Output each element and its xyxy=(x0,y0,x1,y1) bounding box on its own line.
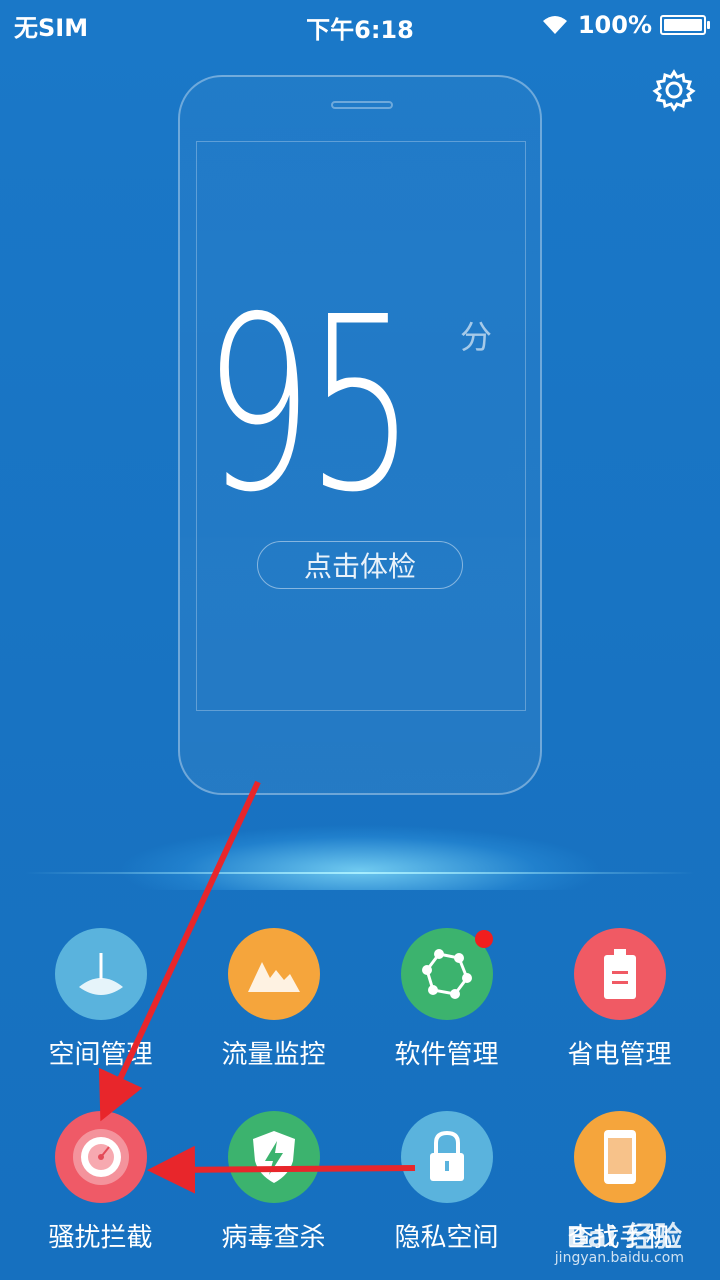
phone-speaker xyxy=(331,101,393,109)
score-unit: 分 xyxy=(460,318,493,356)
tile-traffic-monitor[interactable]: 流量监控 xyxy=(187,928,360,1078)
tile-label: 病毒查杀 xyxy=(221,1223,326,1253)
phone-icon xyxy=(603,1130,636,1184)
tile-privacy-space[interactable]: 隐私空间 xyxy=(360,1111,533,1261)
harassment-block-circle xyxy=(54,1111,147,1203)
find-phone-circle xyxy=(573,1111,666,1203)
carrier-label: 无SIM xyxy=(14,13,89,42)
traffic-monitor-circle xyxy=(227,928,320,1020)
tile-label: 骚扰拦截 xyxy=(48,1223,153,1253)
space-management-circle xyxy=(54,928,147,1020)
battery-icon xyxy=(603,949,636,999)
power-management-circle xyxy=(573,928,666,1020)
tile-software-management[interactable]: 软件管理 xyxy=(360,928,533,1078)
padlock-icon xyxy=(429,1130,464,1181)
notification-badge xyxy=(474,930,493,948)
tile-harassment-block[interactable]: 骚扰拦截 xyxy=(14,1111,187,1261)
tile-space-management[interactable]: 空间管理 xyxy=(14,928,187,1078)
battery-percent: 100% xyxy=(577,11,652,39)
status-bar: 无SIM 100% xyxy=(0,0,720,50)
settings-button[interactable] xyxy=(652,68,696,112)
glow-line xyxy=(25,872,695,874)
mountain-chart-icon xyxy=(247,962,300,992)
checkup-button[interactable]: 点击体检 xyxy=(257,541,463,589)
target-icon xyxy=(72,1129,129,1185)
wifi-icon xyxy=(542,16,567,34)
software-management-circle xyxy=(400,928,493,1020)
tile-label: 流量监控 xyxy=(221,1040,326,1070)
hexagon-network-icon xyxy=(421,949,472,999)
tile-label: 软件管理 xyxy=(394,1040,499,1070)
tile-label: 隐私空间 xyxy=(394,1223,499,1253)
privacy-space-circle xyxy=(400,1111,493,1203)
status-right: 100% xyxy=(540,11,710,39)
watermark-logo: Bai 经验 xyxy=(566,1220,682,1253)
watermark-url: jingyan.baidu.com xyxy=(554,1250,684,1266)
battery-icon xyxy=(660,15,710,35)
tile-power-management[interactable]: 省电管理 xyxy=(533,928,706,1078)
virus-scan-circle xyxy=(227,1111,320,1203)
battery-fill xyxy=(664,19,702,31)
pie-sector-icon xyxy=(78,953,123,995)
tile-virus-scan[interactable]: 病毒查杀 xyxy=(187,1111,360,1261)
gear-icon xyxy=(652,69,696,112)
shield-bolt-icon xyxy=(252,1131,295,1183)
tile-label: 空间管理 xyxy=(48,1040,153,1070)
health-score: 95 xyxy=(203,265,416,545)
tile-label: 省电管理 xyxy=(567,1040,672,1070)
